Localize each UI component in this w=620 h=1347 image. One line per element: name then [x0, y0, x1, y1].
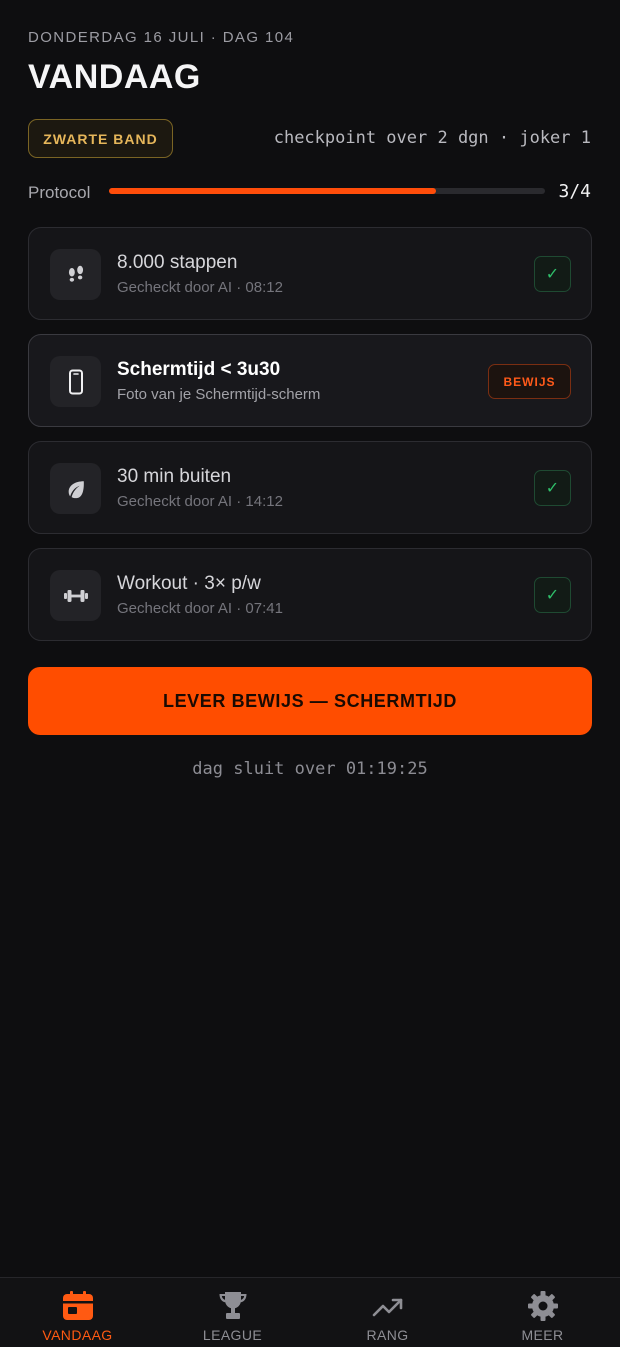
protocol-label: Protocol: [28, 183, 91, 202]
nav-item-meer[interactable]: MEER: [465, 1278, 620, 1347]
task-title: Schermtijd < 3u30: [117, 359, 281, 380]
task-card-outside[interactable]: 30 min buiten Gecheckt door AI · 14:12 ✓: [28, 441, 592, 534]
completed-check-icon: ✓: [534, 256, 571, 292]
task-title: 30 min buiten: [117, 466, 232, 487]
day-countdown: dag sluit over 01:19:25: [192, 759, 428, 779]
gear-icon: [527, 1291, 559, 1321]
nav-label: RANG: [366, 1327, 409, 1343]
protocol-progress-bar: [109, 188, 545, 194]
bottom-nav: VANDAAG LEAGUE RANG MEER: [0, 1277, 620, 1347]
protocol-progress-fill: [109, 188, 436, 194]
submit-proof-button[interactable]: LEVER BEWIJS — SCHERMTIJD: [28, 667, 592, 735]
leaf-icon: [50, 463, 101, 514]
task-card-workout[interactable]: Workout · 3× p/w Gecheckt door AI · 07:4…: [28, 548, 592, 641]
phone-icon: [50, 356, 101, 407]
task-card-screentime[interactable]: Schermtijd < 3u30 Foto van je Schermtijd…: [28, 334, 592, 427]
task-subtitle: Foto van je Schermtijd-scherm: [117, 386, 321, 403]
task-subtitle: Gecheckt door AI · 14:12: [117, 493, 283, 510]
task-list: 8.000 stappen Gecheckt door AI · 08:12 ✓…: [28, 227, 592, 655]
checkpoint-status: checkpoint over 2 dgn · joker 1: [273, 128, 591, 148]
rank-badge[interactable]: ZWARTE BAND: [28, 119, 173, 158]
task-subtitle: Gecheckt door AI · 07:41: [117, 600, 283, 617]
trending-up-icon: [372, 1291, 404, 1321]
trophy-icon: [217, 1291, 249, 1321]
completed-check-icon: ✓: [534, 577, 571, 613]
nav-item-rang[interactable]: RANG: [310, 1278, 465, 1347]
nav-label: LEAGUE: [202, 1327, 263, 1343]
nav-label: MEER: [521, 1327, 564, 1343]
proof-button[interactable]: BEWIJS: [488, 364, 571, 399]
nav-label: VANDAAG: [42, 1327, 113, 1343]
footsteps-icon: [50, 249, 101, 300]
task-title: Workout · 3× p/w: [117, 573, 261, 594]
task-card-steps[interactable]: 8.000 stappen Gecheckt door AI · 08:12 ✓: [28, 227, 592, 320]
date-label: DONDERDAG 16 JULI · DAG 104: [28, 29, 295, 46]
dumbbell-icon: [50, 570, 101, 621]
completed-check-icon: ✓: [534, 470, 571, 506]
nav-item-league[interactable]: LEAGUE: [155, 1278, 310, 1347]
task-title: 8.000 stappen: [117, 252, 238, 273]
protocol-count: 3/4: [558, 181, 591, 202]
task-subtitle: Gecheckt door AI · 08:12: [117, 279, 283, 296]
nav-item-vandaag[interactable]: VANDAAG: [0, 1278, 155, 1347]
calendar-icon: [62, 1291, 94, 1321]
page-title: VANDAAG: [28, 58, 201, 96]
